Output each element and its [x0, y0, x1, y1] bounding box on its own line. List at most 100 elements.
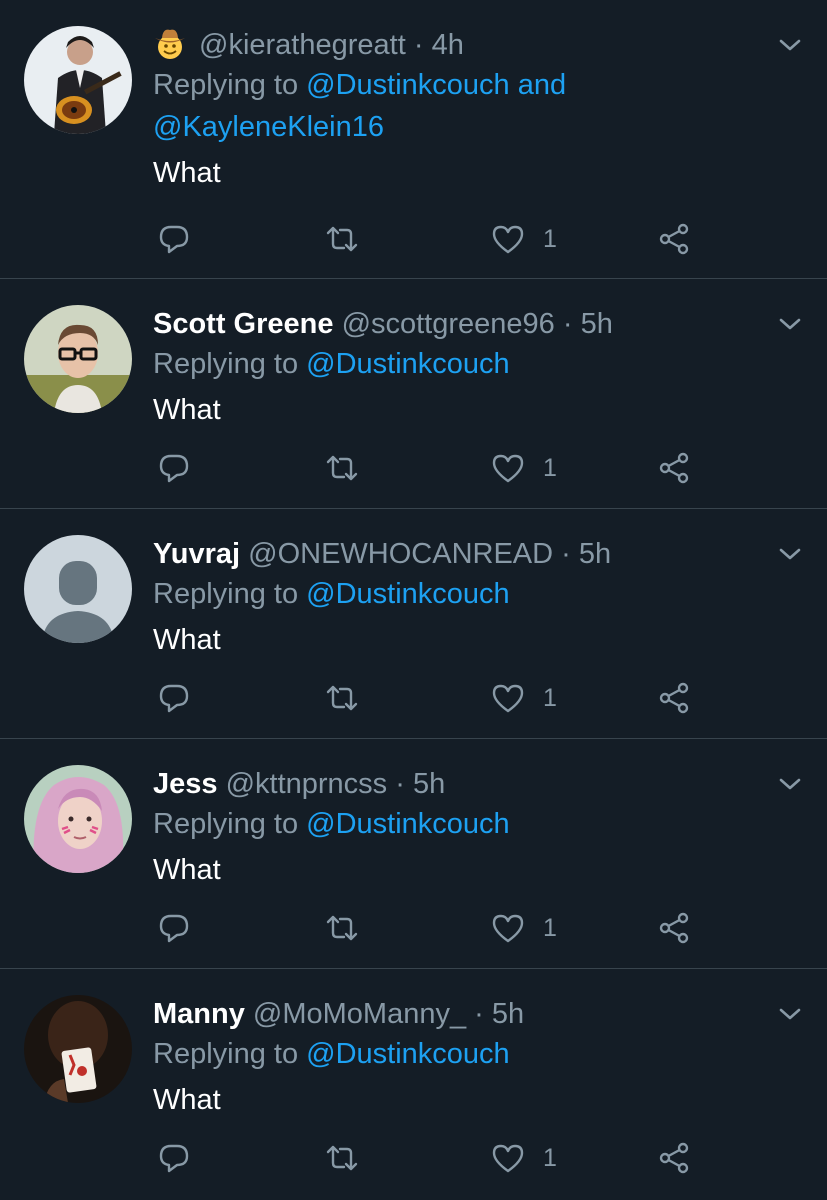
tweet-header: Manny @MoMoManny_ · 5h — [153, 995, 767, 1033]
user-handle[interactable]: @scottgreene96 — [342, 308, 555, 340]
share-icon — [659, 682, 689, 714]
reply-button[interactable] — [157, 911, 191, 945]
tweet-header: Jess @kttnprncss · 5h — [153, 765, 767, 803]
like-count: 1 — [543, 1143, 557, 1172]
heart-icon — [492, 454, 524, 483]
like-button[interactable]: 1 — [491, 1141, 557, 1175]
user-handle[interactable]: @MoMoManny_ — [253, 998, 466, 1030]
tweet-content: Yuvraj @ONEWHOCANREAD · 5h Replying to @… — [153, 535, 767, 663]
timestamp[interactable]: 5h — [581, 308, 613, 340]
retweet-button[interactable] — [325, 1141, 359, 1175]
user-handle[interactable]: @kttnprncss — [226, 768, 388, 800]
retweet-icon — [326, 455, 358, 481]
tweet-text: What — [153, 394, 221, 426]
mention-link[interactable]: @KayleneKlein16 — [153, 111, 384, 143]
separator-dot: · — [395, 768, 405, 800]
tweet-actions: 1 — [153, 911, 713, 945]
avatar[interactable] — [24, 765, 132, 873]
tweet[interactable]: Jess @kttnprncss · 5h Replying to @Dusti… — [0, 739, 827, 969]
replying-to-line: Replying to @Dustinkcouch — [153, 1033, 767, 1075]
retweet-button[interactable] — [325, 681, 359, 715]
retweet-icon — [326, 685, 358, 711]
reply-icon — [159, 1144, 189, 1173]
share-button[interactable] — [657, 451, 691, 485]
tweet[interactable]: Yuvraj @ONEWHOCANREAD · 5h Replying to @… — [0, 509, 827, 739]
user-handle[interactable]: @ONEWHOCANREAD — [248, 538, 553, 570]
reply-button[interactable] — [157, 222, 191, 256]
share-button[interactable] — [657, 222, 691, 256]
mention-link[interactable]: @Dustinkcouch — [306, 348, 510, 380]
reply-icon — [159, 914, 189, 943]
avatar[interactable] — [24, 535, 132, 643]
display-name[interactable]: Jess — [153, 768, 218, 800]
chevron-down-icon[interactable] — [777, 1005, 803, 1023]
separator-dot: · — [561, 538, 571, 570]
mention-link[interactable]: @Dustinkcouch — [306, 578, 510, 610]
chevron-down-icon[interactable] — [777, 36, 803, 54]
mention-link[interactable]: @Dustinkcouch — [306, 808, 510, 840]
avatar[interactable] — [24, 26, 132, 134]
tweet-actions: 1 — [153, 451, 713, 485]
tweet-content: @kierathegreatt · 4h Replying to @Dustin… — [153, 26, 767, 196]
timestamp[interactable]: 4h — [432, 29, 464, 61]
retweet-icon — [326, 915, 358, 941]
retweet-button[interactable] — [325, 222, 359, 256]
avatar[interactable] — [24, 995, 132, 1103]
like-button[interactable]: 1 — [491, 911, 557, 945]
share-icon — [659, 912, 689, 944]
display-name[interactable]: Scott Greene — [153, 308, 334, 340]
timestamp[interactable]: 5h — [579, 538, 611, 570]
heart-icon — [492, 914, 524, 943]
like-count: 1 — [543, 683, 557, 712]
timestamp[interactable]: 5h — [413, 768, 445, 800]
reply-button[interactable] — [157, 1141, 191, 1175]
tweet-content: Scott Greene @scottgreene96 · 5h Replyin… — [153, 305, 767, 433]
retweet-button[interactable] — [325, 451, 359, 485]
replying-to-label: Replying to — [153, 1038, 299, 1070]
retweet-icon — [326, 1145, 358, 1171]
chevron-down-icon[interactable] — [777, 775, 803, 793]
like-button[interactable]: 1 — [491, 681, 557, 715]
retweet-button[interactable] — [325, 911, 359, 945]
avatar[interactable] — [24, 305, 132, 413]
timestamp[interactable]: 5h — [492, 998, 524, 1030]
share-button[interactable] — [657, 681, 691, 715]
replying-to-line: Replying to @Dustinkcouch — [153, 573, 767, 615]
tweet-content: Jess @kttnprncss · 5h Replying to @Dusti… — [153, 765, 767, 893]
tweet[interactable]: Scott Greene @scottgreene96 · 5h Replyin… — [0, 279, 827, 509]
mention-link[interactable]: @Dustinkcouch and — [306, 69, 566, 101]
heart-icon — [492, 684, 524, 713]
like-button[interactable]: 1 — [491, 451, 557, 485]
share-icon — [659, 223, 689, 255]
tweet[interactable]: @kierathegreatt · 4h Replying to @Dustin… — [0, 0, 827, 279]
glasses-man-photo — [24, 305, 132, 413]
separator-dot: · — [413, 29, 424, 61]
mention-link[interactable]: @Dustinkcouch — [306, 1038, 510, 1070]
chevron-down-icon[interactable] — [777, 545, 803, 563]
tweet-text: What — [153, 1084, 221, 1116]
share-button[interactable] — [657, 1141, 691, 1175]
like-count: 1 — [543, 453, 557, 482]
like-button[interactable]: 1 — [491, 222, 557, 256]
replying-to-label: Replying to — [153, 348, 299, 380]
display-name[interactable]: Manny — [153, 998, 245, 1030]
tweet-text: What — [153, 624, 221, 656]
tweet[interactable]: Manny @MoMoManny_ · 5h Replying to @Dust… — [0, 969, 827, 1200]
user-handle[interactable]: @kierathegreatt — [199, 29, 406, 61]
tweet-actions: 1 — [153, 681, 713, 715]
chevron-down-icon[interactable] — [777, 315, 803, 333]
reply-icon — [159, 684, 189, 713]
replying-to-line: Replying to @Dustinkcouch and @KayleneKl… — [153, 64, 767, 148]
tweet-header: Scott Greene @scottgreene96 · 5h — [153, 305, 767, 343]
tweet-actions: 1 — [153, 222, 713, 256]
replying-to-line: Replying to @Dustinkcouch — [153, 803, 767, 845]
tweet-header: @kierathegreatt · 4h — [153, 26, 767, 64]
share-icon — [659, 452, 689, 484]
share-button[interactable] — [657, 911, 691, 945]
reply-button[interactable] — [157, 451, 191, 485]
separator-dot: · — [562, 308, 573, 340]
playing-card-photo — [24, 995, 132, 1103]
reply-button[interactable] — [157, 681, 191, 715]
reply-icon — [159, 454, 189, 483]
display-name[interactable]: Yuvraj — [153, 538, 240, 570]
